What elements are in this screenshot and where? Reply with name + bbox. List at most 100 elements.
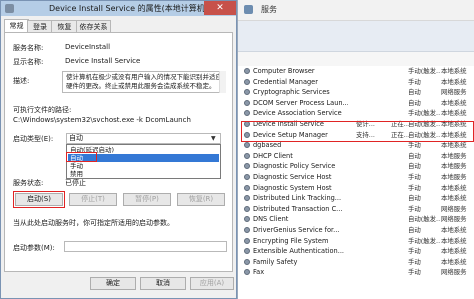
description-label: 描述: [13,77,30,85]
close-button[interactable]: ✕ [204,1,236,15]
service-gear-icon [244,227,250,233]
option-manual[interactable]: 手动 [68,162,219,170]
service-gear-icon [244,195,250,202]
service-logon: 本地系统 [441,247,467,256]
service-name: Extensible Authentication... [253,247,345,256]
service-startup-type: 自动 [408,151,421,160]
service-row[interactable]: Encrypting File System 手动(触发... 本地系统 [238,236,474,246]
service-row[interactable]: Fax 手动 网络服务 [238,267,474,277]
start-button[interactable]: 启动(S) [15,193,63,206]
service-logon: 网络服务 [441,268,467,277]
services-list[interactable]: Computer Browser 手动(触发... 本地系统 Credential M… [238,66,474,299]
service-logon: 本地系统 [441,194,467,203]
service-gear-icon [244,184,250,191]
service-name: Diagnostic Service Host [253,173,332,181]
service-startup-type: 手动 [408,183,421,192]
display-name-label: 显示名称: [13,58,44,66]
service-name: Diagnostic System Host [253,183,332,192]
service-row[interactable]: Distributed Transaction C... 手动 网络服务 [238,204,474,214]
option-disabled[interactable]: 禁用 [68,170,219,178]
apply-button[interactable]: 应用(A) [190,277,234,290]
service-gear-icon [244,99,250,106]
service-logon: 本地服务 [441,173,467,181]
service-gear-icon [244,89,250,96]
service-row[interactable]: Family Safety 手动 本地系统 [238,257,474,267]
service-row[interactable]: Diagnostic Service Host 手动 本地服务 [238,172,474,182]
service-name: Fax [253,268,265,277]
service-row[interactable]: DNS Client 自动(触发... 网络服务 [238,214,474,224]
service-name: Distributed Link Tracking... [253,194,342,203]
service-name: DNS Client [253,215,289,224]
service-startup-type: 自动 [408,162,421,171]
services-app-icon [244,5,253,14]
service-logon: 本地系统 [441,183,467,192]
service-name: Device Association Service [253,109,342,118]
service-row[interactable]: DHCP Client 自动 本地服务 [238,151,474,161]
tab-general[interactable]: 常规 [4,19,29,33]
service-startup-type: 自动(触发... [408,215,440,224]
service-row[interactable]: Distributed Link Tracking... 自动 本地系统 [238,193,474,203]
service-gear-icon [244,269,250,276]
service-name: Cryptographic Services [253,88,330,97]
service-gear-icon [244,237,250,244]
service-gear-icon [244,258,250,265]
service-row[interactable]: Computer Browser 手动(触发... 本地系统 [238,66,474,76]
service-logon: 网络服务 [441,215,467,224]
service-startup-type: 自动 [408,88,421,97]
service-startup-type: 手动(触发... [408,67,440,75]
service-row[interactable]: Diagnostic Policy Service 自动 本地服务 [238,161,474,171]
resume-button[interactable]: 恢复(R) [177,193,225,206]
service-name: DCOM Server Process Laun... [253,98,348,107]
service-startup-type: 手动 [408,247,421,256]
service-gear-icon [244,216,250,223]
service-startup-type: 手动 [408,204,421,213]
service-status-label: 服务状态: [13,179,44,187]
stop-button[interactable]: 停止(T) [69,193,117,206]
service-gear-icon [244,110,250,117]
service-startup-type: 手动 [408,77,421,86]
display-name-value: Device Install Service [65,57,141,65]
service-row[interactable]: Credential Manager 手动 本地系统 [238,77,474,87]
start-parameters-input[interactable] [64,241,227,252]
service-row[interactable]: DriverGenius Service for... 自动 本地系统 [238,225,474,235]
service-startup-type: 自动 [408,226,421,234]
start-parameters-label: 启动参数(M): [13,244,55,252]
service-name: DHCP Client [253,151,293,160]
services-window-title: 服务 [261,5,277,14]
service-startup-type: 自动 [408,194,421,203]
description-box: 使计算机在极少或没有用户输入的情况下能识别并适应硬件的更改。终止或禁用此服务会造… [62,71,226,93]
highlight-auto-option [66,152,97,162]
startup-type-select[interactable]: 自动 [66,133,221,144]
dialog-titlebar[interactable]: Device Install Service 的属性(本地计算机) ✕ [1,1,236,16]
service-name-value: DeviceInstall [65,43,111,51]
service-row[interactable]: DCOM Server Process Laun... 自动 本地系统 [238,98,474,108]
ok-button[interactable]: 确定 [90,277,136,290]
service-startup-type: 自动 [408,98,421,107]
service-startup-type: 手动(触发... [408,109,440,118]
service-gear-icon [244,174,250,180]
service-name-label: 服务名称: [13,44,44,52]
highlight-device-services [241,121,474,142]
service-row[interactable]: Device Association Service 手动(触发... 本地系统 [238,108,474,118]
startup-type-label: 启动类型(E): [13,135,54,143]
service-name: Distributed Transaction C... [253,204,343,213]
description-scrollbar[interactable] [219,71,226,93]
service-gear-icon [244,78,250,85]
path-value: C:\Windows\system32\svchost.exe -k DcomL… [13,116,191,124]
service-row[interactable]: Diagnostic System Host 手动 本地系统 [238,183,474,193]
service-name: Computer Browser [253,67,315,75]
cancel-button[interactable]: 取消 [140,277,186,290]
service-gear-icon [244,68,250,74]
service-row[interactable]: Extensible Authentication... 手动 本地系统 [238,246,474,256]
dialog-title: Device Install Service 的属性(本地计算机) [49,4,208,13]
properties-dialog: Device Install Service 的属性(本地计算机) ✕ 常规 登… [0,0,237,299]
service-name: Encrypting File System [253,236,329,245]
service-logon: 本地系统 [441,67,467,75]
service-startup-type: 手动 [408,173,421,181]
pause-button[interactable]: 暂停(P) [123,193,171,206]
service-logon: 本地系统 [441,77,467,86]
chevron-down-icon[interactable]: ▼ [211,135,216,142]
service-logon: 本地系统 [441,257,467,266]
service-row[interactable]: Cryptographic Services 自动 网络服务 [238,87,474,97]
service-logon: 本地系统 [441,226,467,234]
